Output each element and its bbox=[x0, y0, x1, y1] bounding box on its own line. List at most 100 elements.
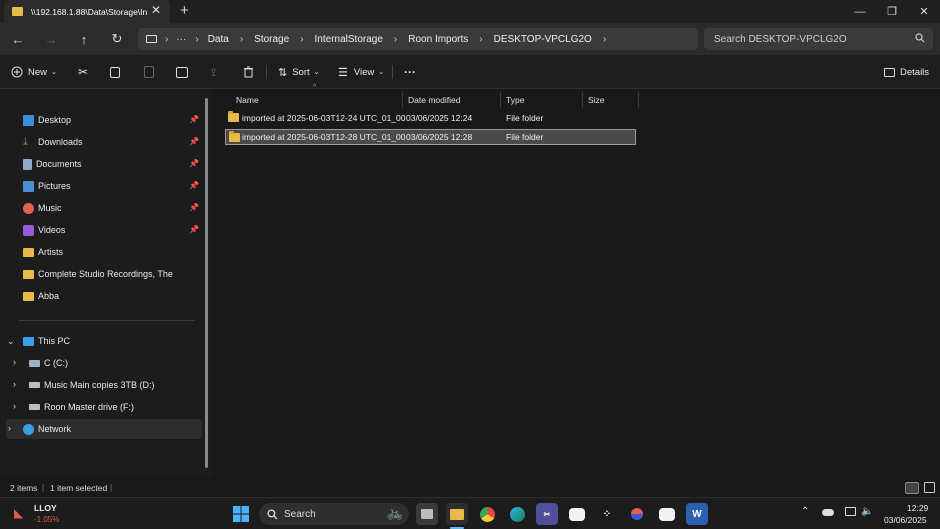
sidebar-item-label: Downloads bbox=[38, 137, 83, 147]
sidebar-item-network[interactable]: › Network bbox=[6, 419, 202, 439]
tidal-taskbar-button[interactable]: ⁘ bbox=[596, 503, 618, 525]
sidebar-scrollbar[interactable] bbox=[205, 98, 208, 468]
chevron-right-icon[interactable]: › bbox=[13, 357, 16, 367]
folder-icon bbox=[23, 247, 34, 257]
details-pane-button[interactable]: Details bbox=[884, 63, 929, 81]
more-options-button[interactable]: ··· bbox=[404, 63, 416, 81]
file-type: File folder bbox=[506, 132, 544, 142]
details-view-toggle-icon[interactable] bbox=[905, 482, 919, 494]
videos-icon bbox=[23, 224, 34, 236]
more-crumbs-button[interactable]: ··· bbox=[176, 34, 186, 45]
sidebar-item-music[interactable]: Music 📌 bbox=[6, 198, 202, 218]
column-header-size[interactable]: Size bbox=[583, 92, 639, 108]
chevron-right-icon[interactable]: › bbox=[8, 423, 11, 433]
stock-widget[interactable]: ◣ LLOY -1.05% bbox=[14, 502, 74, 526]
table-row-selected[interactable]: imported at 2025-06-03T12-28 UTC_01_00 0… bbox=[225, 129, 636, 145]
delete-button[interactable] bbox=[243, 63, 254, 81]
sidebar-item-label: Pictures bbox=[38, 181, 71, 191]
chevron-up-icon[interactable]: ⌃ bbox=[801, 506, 809, 517]
task-view-button[interactable] bbox=[416, 503, 438, 525]
folder-icon bbox=[228, 111, 239, 122]
sort-button[interactable]: ⇅ Sort ⌄ bbox=[278, 63, 320, 81]
pin-icon[interactable]: 📌 bbox=[189, 225, 199, 234]
breadcrumb-item[interactable]: Data bbox=[208, 34, 229, 45]
breadcrumb-item[interactable]: InternalStorage bbox=[315, 34, 383, 45]
bicycle-icon: 🚲 bbox=[386, 505, 403, 520]
clock-time[interactable]: 12:29 bbox=[907, 503, 928, 513]
rename-button[interactable] bbox=[176, 63, 188, 81]
sidebar-item-complete-studio-recordings[interactable]: Complete Studio Recordings, The bbox=[6, 264, 202, 284]
share-button[interactable]: ⇪ bbox=[209, 63, 218, 81]
pin-icon[interactable]: 📌 bbox=[189, 159, 199, 168]
sidebar-item-videos[interactable]: Videos 📌 bbox=[6, 220, 202, 240]
breadcrumb-item[interactable]: DESKTOP-VPCLG2O bbox=[494, 34, 592, 45]
roon-taskbar-button[interactable] bbox=[566, 503, 588, 525]
column-header-name[interactable]: Name bbox=[231, 92, 403, 108]
sidebar-item-drive-f[interactable]: › Roon Master drive (F:) bbox=[6, 397, 202, 417]
back-button[interactable]: ← bbox=[7, 29, 29, 49]
copy-button[interactable] bbox=[110, 63, 120, 81]
status-separator: | bbox=[110, 482, 113, 492]
paste-icon bbox=[144, 66, 154, 78]
app-icon bbox=[631, 508, 643, 520]
address-bar[interactable]: › ··· › Data › Storage › InternalStorage… bbox=[138, 28, 698, 50]
minimize-button[interactable]: — bbox=[844, 0, 876, 23]
pin-icon[interactable]: 📌 bbox=[189, 203, 199, 212]
sidebar-item-drive-c[interactable]: › C (C:) bbox=[6, 353, 202, 373]
paste-button[interactable] bbox=[144, 63, 154, 81]
chrome-taskbar-button[interactable] bbox=[476, 503, 498, 525]
sidebar-item-pictures[interactable]: Pictures 📌 bbox=[6, 176, 202, 196]
sidebar-item-drive-d[interactable]: › Music Main copies 3TB (D:) bbox=[6, 375, 202, 395]
start-button[interactable] bbox=[230, 503, 252, 525]
sidebar-item-artists[interactable]: Artists bbox=[6, 242, 202, 262]
new-button[interactable]: New ⌄ bbox=[11, 63, 57, 81]
view-button[interactable]: ☰ View ⌄ bbox=[338, 63, 384, 81]
status-bar: 2 items | 1 item selected | bbox=[0, 477, 940, 497]
file-explorer-taskbar-button[interactable] bbox=[446, 503, 468, 525]
column-header-type[interactable]: Type bbox=[501, 92, 583, 108]
sidebar-item-this-pc[interactable]: ⌄ This PC bbox=[6, 331, 202, 351]
table-row[interactable]: imported at 2025-06-03T12-24 UTC_01_00 0… bbox=[225, 110, 636, 126]
breadcrumb-item[interactable]: Storage bbox=[254, 34, 289, 45]
column-header-date[interactable]: Date modified bbox=[403, 92, 501, 108]
drive-icon bbox=[29, 404, 40, 410]
chevron-right-icon[interactable]: › bbox=[13, 401, 16, 411]
breadcrumb-item[interactable]: Roon Imports bbox=[408, 34, 468, 45]
pin-icon[interactable]: 📌 bbox=[189, 181, 199, 190]
sidebar-item-label: Music bbox=[38, 203, 62, 213]
pin-icon[interactable]: 📌 bbox=[189, 115, 199, 124]
volume-icon[interactable]: 🔈 bbox=[861, 506, 873, 517]
sidebar-item-downloads[interactable]: ⤓ Downloads 📌 bbox=[6, 132, 202, 152]
sidebar-item-desktop[interactable]: Desktop 📌 bbox=[6, 110, 202, 130]
onedrive-icon[interactable] bbox=[822, 509, 834, 516]
display-icon[interactable] bbox=[845, 507, 856, 516]
active-tab[interactable]: \\192.168.1.88\Data\Storage\In ✕ bbox=[4, 0, 170, 23]
app-taskbar-button[interactable] bbox=[626, 503, 648, 525]
word-taskbar-button[interactable]: W bbox=[686, 503, 708, 525]
snipping-tool-taskbar-button[interactable]: ✂ bbox=[536, 503, 558, 525]
cut-button[interactable]: ✂ bbox=[78, 63, 88, 81]
new-tab-button[interactable]: + bbox=[180, 2, 189, 19]
search-input[interactable]: Search DESKTOP-VPCLG2O bbox=[704, 28, 933, 50]
up-button[interactable]: ↑ bbox=[73, 29, 95, 49]
clock-date[interactable]: 03/06/2025 bbox=[884, 515, 927, 525]
refresh-button[interactable]: ↻ bbox=[106, 29, 128, 49]
sidebar-item-documents[interactable]: Documents 📌 bbox=[6, 154, 202, 174]
sidebar-item-label: Music Main copies 3TB (D:) bbox=[44, 380, 155, 390]
pin-icon[interactable]: 📌 bbox=[189, 137, 199, 146]
edge-icon bbox=[509, 506, 525, 522]
chevron-right-icon[interactable]: › bbox=[603, 34, 606, 45]
close-tab-icon[interactable]: ✕ bbox=[151, 3, 161, 17]
address-row: ← → ↑ ↻ › ··· › Data › Storage › Interna… bbox=[0, 23, 940, 55]
toolbar-divider bbox=[266, 65, 267, 79]
roon-remote-taskbar-button[interactable] bbox=[656, 503, 678, 525]
sidebar-item-abba[interactable]: Abba bbox=[6, 286, 202, 306]
forward-button[interactable]: → bbox=[40, 29, 62, 49]
close-window-button[interactable]: ✕ bbox=[908, 0, 940, 23]
taskbar-search[interactable]: Search 🚲 bbox=[259, 503, 409, 525]
chevron-down-icon[interactable]: ⌄ bbox=[7, 336, 15, 347]
maximize-button[interactable]: ❐ bbox=[876, 0, 908, 23]
edge-taskbar-button[interactable] bbox=[506, 503, 528, 525]
chevron-right-icon[interactable]: › bbox=[13, 379, 16, 389]
tiles-view-toggle-icon[interactable] bbox=[924, 482, 935, 493]
